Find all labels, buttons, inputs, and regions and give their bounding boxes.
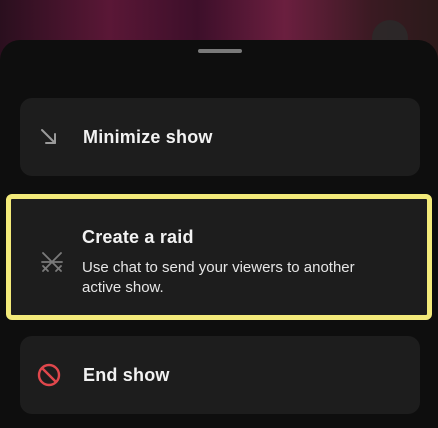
arrow-down-right-icon: [36, 124, 62, 150]
create-raid-button[interactable]: Create a raid Use chat to send your view…: [6, 194, 432, 320]
app-screen: Minimize show Create a raid Use chat to …: [0, 0, 438, 428]
create-raid-label: Create a raid: [82, 227, 194, 247]
action-sheet: Minimize show Create a raid Use chat to …: [0, 40, 438, 428]
minimize-show-button[interactable]: Minimize show: [20, 98, 420, 176]
create-raid-description: Use chat to send your viewers to another…: [82, 259, 355, 296]
end-show-label: End show: [83, 365, 170, 385]
end-show-button[interactable]: End show: [20, 336, 420, 414]
raid-icon: [39, 249, 65, 275]
prohibited-icon: [36, 362, 62, 388]
sheet-grabber-handle[interactable]: [198, 49, 242, 53]
minimize-show-label: Minimize show: [83, 127, 213, 147]
